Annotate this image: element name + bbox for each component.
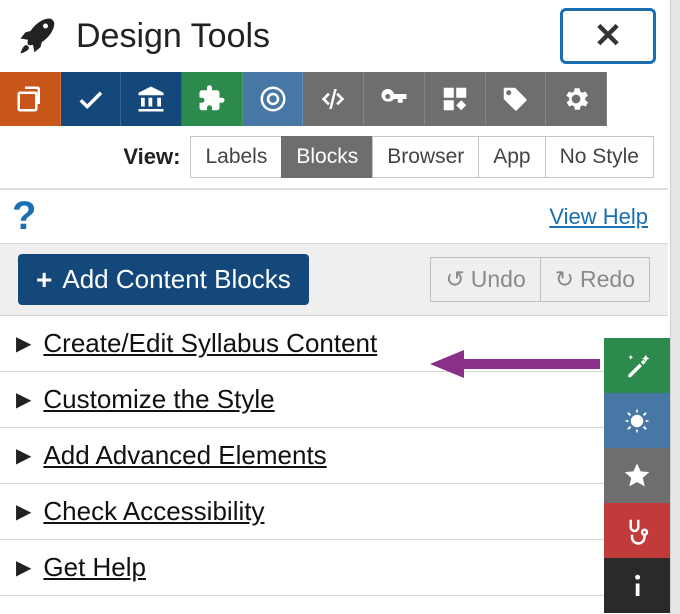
accordion-customize-style[interactable]: ▶ Customize the Style	[0, 372, 668, 428]
key-icon	[379, 84, 409, 114]
view-label: View:	[123, 144, 180, 170]
side-tab-wand[interactable]	[604, 338, 670, 393]
side-tabs	[604, 338, 670, 613]
scrollbar[interactable]	[670, 0, 680, 614]
stethoscope-icon	[622, 516, 652, 546]
check-button[interactable]	[61, 72, 122, 126]
caret-right-icon: ▶	[16, 387, 31, 412]
copy-button[interactable]	[0, 72, 61, 126]
redo-icon: ↻	[555, 266, 574, 293]
accordion-check-accessibility[interactable]: ▶ Check Accessibility	[0, 484, 668, 540]
accordion-label: Get Help	[43, 552, 146, 583]
add-content-blocks-button[interactable]: + Add Content Blocks	[18, 254, 309, 305]
plus-icon: +	[36, 266, 52, 294]
view-option-labels[interactable]: Labels	[190, 136, 282, 178]
code-button[interactable]	[303, 72, 364, 126]
blocks-icon	[440, 84, 470, 114]
help-icon[interactable]: ?	[12, 194, 36, 239]
accordion-label: Create/Edit Syllabus Content	[43, 328, 377, 359]
code-icon	[318, 84, 348, 114]
page-title: Design Tools	[76, 17, 270, 56]
undo-button[interactable]: ↺ Undo	[430, 257, 540, 302]
target-button[interactable]	[243, 72, 304, 126]
accordion-create-edit-syllabus[interactable]: ▶ Create/Edit Syllabus Content	[0, 316, 668, 372]
view-segmented-control: Labels Blocks Browser App No Style	[190, 136, 654, 178]
blocks-button[interactable]	[425, 72, 486, 126]
info-icon	[622, 571, 652, 601]
caret-right-icon: ▶	[16, 331, 31, 356]
accordion-get-help[interactable]: ▶ Get Help	[0, 540, 668, 596]
target-icon	[258, 84, 288, 114]
undo-icon: ↺	[445, 266, 464, 293]
redo-label: Redo	[580, 266, 635, 293]
sun-icon	[622, 406, 652, 436]
main-toolbar	[0, 72, 668, 126]
accordion-label: Add Advanced Elements	[43, 440, 326, 471]
close-button[interactable]: ✕	[560, 8, 656, 64]
tag-icon	[500, 84, 530, 114]
settings-button[interactable]	[546, 72, 607, 126]
side-tab-sun[interactable]	[604, 393, 670, 448]
institution-icon	[136, 84, 166, 114]
caret-right-icon: ▶	[16, 555, 31, 580]
puzzle-button[interactable]	[182, 72, 243, 126]
copy-icon	[15, 84, 45, 114]
tag-button[interactable]	[486, 72, 547, 126]
puzzle-icon	[197, 84, 227, 114]
star-icon	[622, 461, 652, 491]
institution-button[interactable]	[121, 72, 182, 126]
side-tab-stethoscope[interactable]	[604, 503, 670, 558]
gears-icon	[561, 84, 591, 114]
caret-right-icon: ▶	[16, 443, 31, 468]
key-button[interactable]	[364, 72, 425, 126]
view-option-nostyle[interactable]: No Style	[545, 136, 654, 178]
view-help-link[interactable]: View Help	[549, 204, 648, 230]
close-icon: ✕	[594, 19, 623, 53]
side-tab-star[interactable]	[604, 448, 670, 503]
caret-right-icon: ▶	[16, 499, 31, 524]
view-option-browser[interactable]: Browser	[372, 136, 479, 178]
side-tab-info[interactable]	[604, 558, 670, 613]
view-option-blocks[interactable]: Blocks	[281, 136, 373, 178]
view-option-app[interactable]: App	[478, 136, 545, 178]
rocket-icon	[18, 16, 58, 56]
add-content-blocks-label: Add Content Blocks	[62, 264, 290, 295]
redo-button[interactable]: ↻ Redo	[541, 257, 650, 302]
wand-icon	[622, 351, 652, 381]
accordion-label: Check Accessibility	[43, 496, 264, 527]
accordion-label: Customize the Style	[43, 384, 274, 415]
check-icon	[76, 84, 106, 114]
undo-label: Undo	[471, 266, 526, 293]
accordion-advanced-elements[interactable]: ▶ Add Advanced Elements	[0, 428, 668, 484]
